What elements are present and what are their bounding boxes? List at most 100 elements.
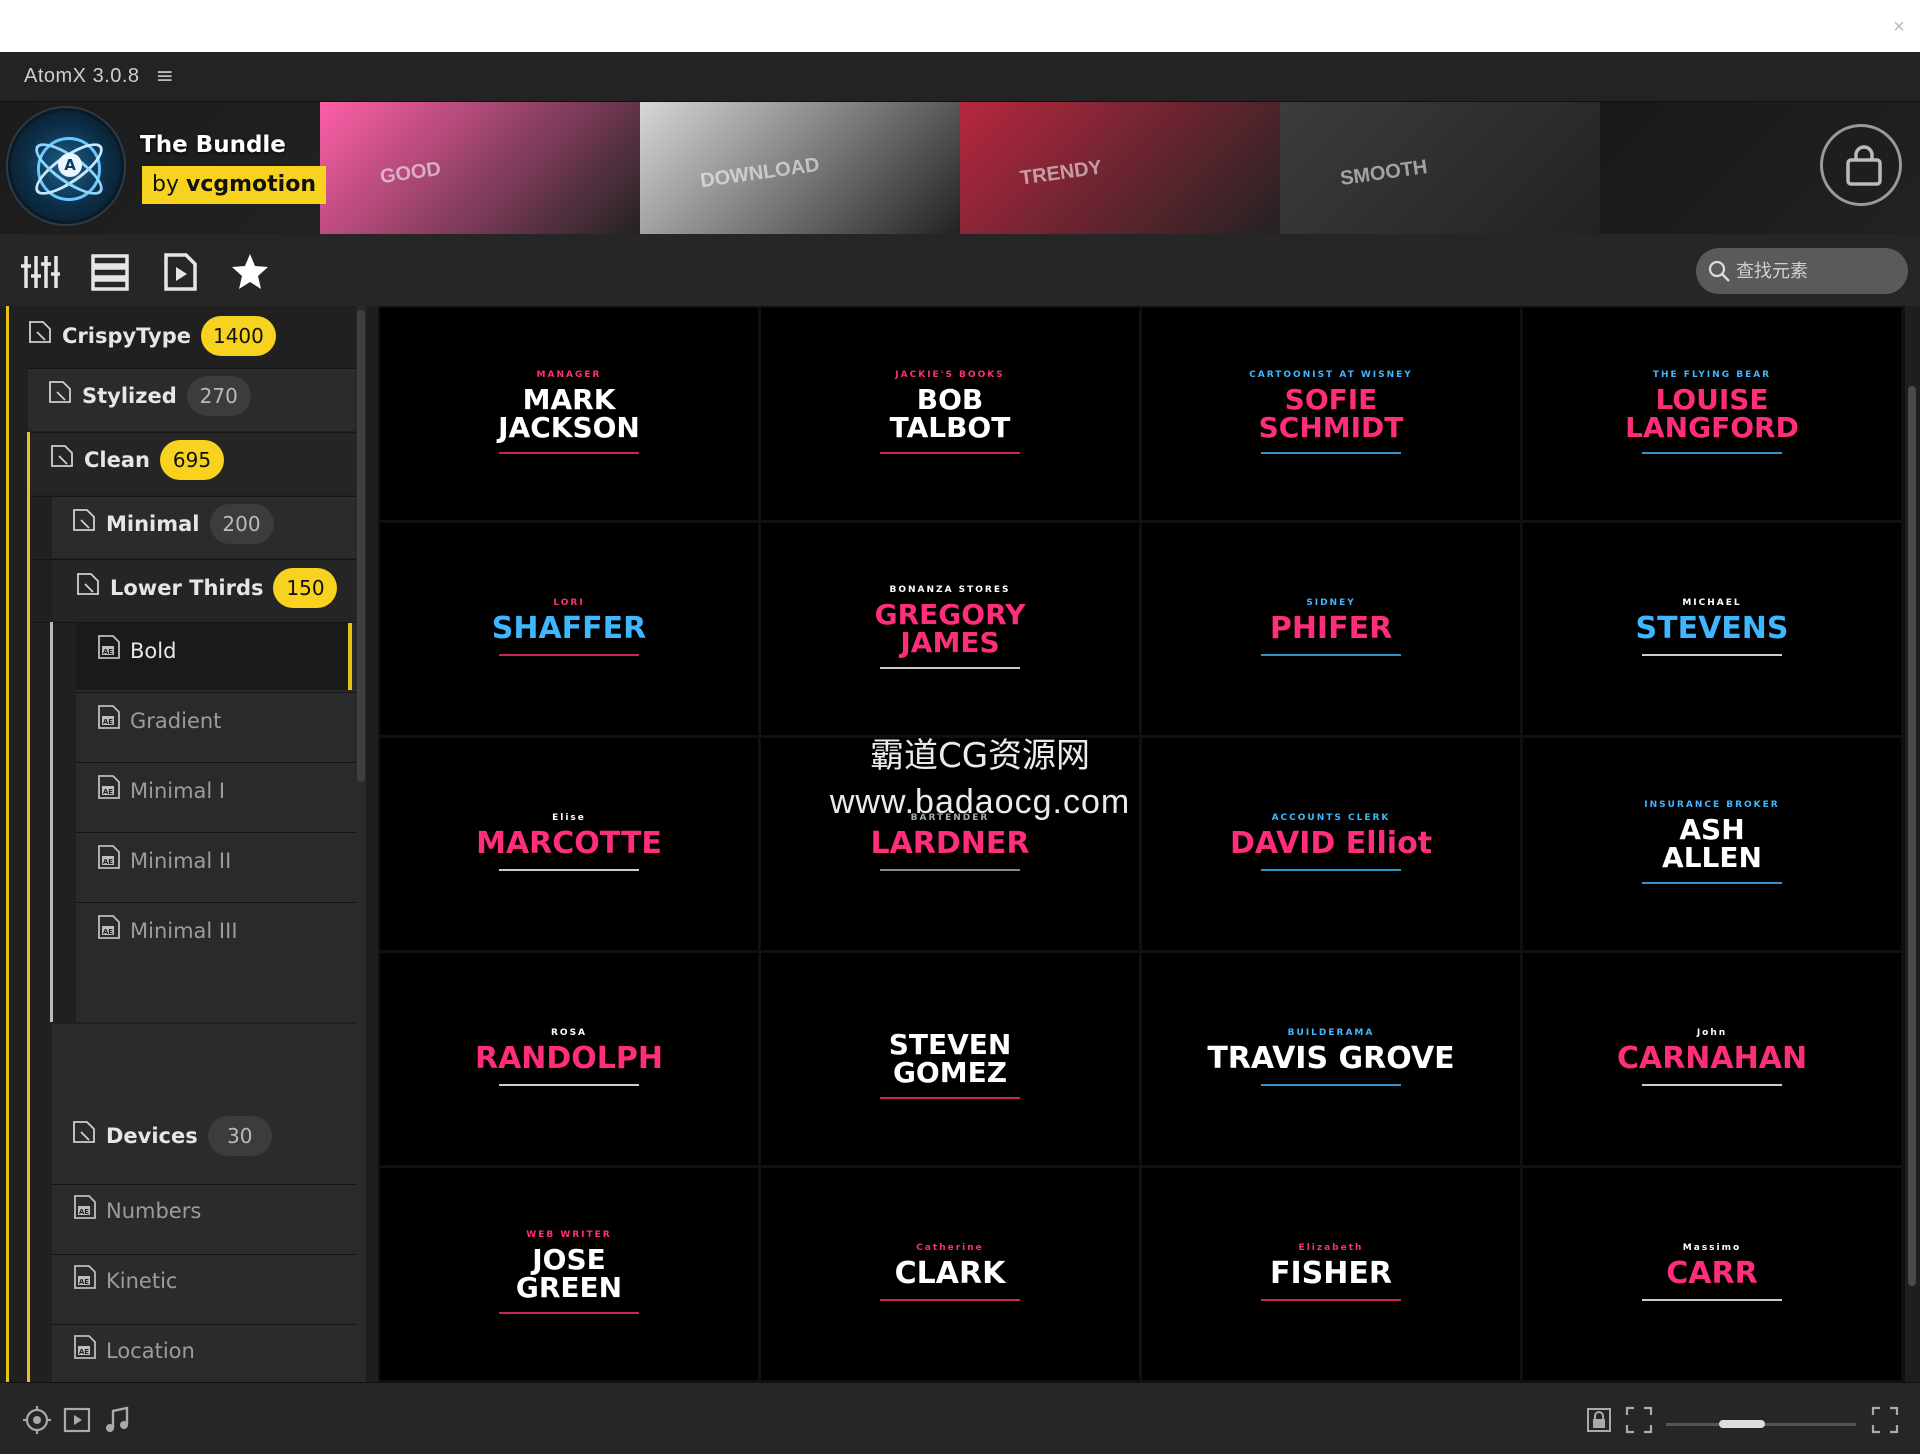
- search-input[interactable]: [1736, 260, 1896, 282]
- template-thumbnail[interactable]: MICHAEL STEVENS: [1523, 523, 1901, 735]
- template-thumbnail[interactable]: Massimo CARR: [1523, 1168, 1901, 1380]
- thumbnail-title: CARR: [1666, 1256, 1758, 1291]
- thumbnail-small-text: ROSA: [550, 1028, 588, 1038]
- template-thumbnail[interactable]: THE FLYING BEAR LOUISE LANGFORD: [1523, 308, 1901, 520]
- category-devices[interactable]: Devices 30: [72, 1116, 272, 1156]
- thumbnail-title: SOFIE SCHMIDT: [1258, 383, 1404, 444]
- thumbnail-accent-line: [880, 1299, 1020, 1301]
- sidebar-scrollbar[interactable]: [356, 306, 366, 1382]
- lock-icon[interactable]: [1584, 1405, 1614, 1435]
- ae-file-icon: AE: [74, 1265, 96, 1289]
- template-thumbnail[interactable]: WEB WRITER JOSE GREEN: [380, 1168, 758, 1380]
- thumbnail-title: CLARK: [894, 1256, 1006, 1291]
- template-item-gradient[interactable]: AE Gradient: [96, 705, 222, 734]
- thumbnail-small-text: CARTOONIST AT WISNEY: [1249, 370, 1413, 380]
- favorites-star-icon[interactable]: [230, 252, 270, 292]
- template-thumbnail[interactable]: Elise MARCOTTE: [380, 738, 758, 950]
- thumbnail-title: LOUISE LANGFORD: [1625, 383, 1799, 444]
- template-item-minimal-ii[interactable]: AE Minimal II: [96, 845, 232, 874]
- banner-tile: GOOD: [320, 102, 640, 234]
- category-location[interactable]: AE Location: [72, 1335, 195, 1364]
- fit-screen-icon[interactable]: [1624, 1405, 1654, 1435]
- bundle-banner[interactable]: GOOD DOWNLOAD TRENDY SMOOTH A The Bundle by…: [0, 102, 1920, 234]
- template-thumbnail[interactable]: BUILDERAMA TRAVIS GROVE: [1142, 953, 1520, 1165]
- thumbnail-title: SHAFFER: [491, 611, 647, 646]
- category-numbers[interactable]: AE Numbers: [72, 1195, 201, 1224]
- template-thumbnail[interactable]: INSURANCE BROKER ASH ALLEN: [1523, 738, 1901, 950]
- thumbnail-small-text: Elise: [552, 813, 586, 823]
- shop-button[interactable]: [1820, 124, 1902, 206]
- thumbnail-title: LARDNER: [870, 826, 1030, 861]
- template-thumbnail[interactable]: MANAGER MARK JACKSON: [380, 308, 758, 520]
- video-preview-icon[interactable]: [62, 1405, 92, 1435]
- svg-text:AE: AE: [103, 858, 113, 866]
- target-icon[interactable]: [22, 1405, 52, 1435]
- template-thumbnail[interactable]: JACKIE'S BOOKS BOB TALBOT: [761, 308, 1139, 520]
- sliders-icon[interactable]: [20, 252, 60, 292]
- template-thumbnail[interactable]: ROSA RANDOLPH: [380, 953, 758, 1165]
- template-item-minimal-iii[interactable]: AE Minimal III: [96, 915, 238, 944]
- count-badge: 200: [209, 504, 274, 544]
- category-lower-thirds[interactable]: Lower Thirds 150: [76, 568, 338, 608]
- thumbnail-small-text: Elizabeth: [1298, 1243, 1364, 1253]
- thumbnail-title: GREGORY JAMES: [874, 598, 1026, 659]
- thumbnail-title: STEVEN GOMEZ: [888, 1028, 1012, 1089]
- category-clean[interactable]: Clean 695: [50, 440, 224, 480]
- template-thumbnail[interactable]: CARTOONIST AT WISNEY SOFIE SCHMIDT: [1142, 308, 1520, 520]
- thumbnail-title: BOB TALBOT: [889, 383, 1011, 444]
- category-label: Location: [106, 1339, 195, 1363]
- music-note-icon[interactable]: [102, 1405, 132, 1435]
- svg-text:AE: AE: [79, 1348, 89, 1356]
- thumbnail-title: TRAVIS GROVE: [1207, 1041, 1455, 1076]
- banner-tile-text: SMOOTH: [1338, 156, 1429, 191]
- app-title: AtomX 3.0.8: [24, 65, 140, 87]
- thumbnail-title: FISHER: [1270, 1256, 1392, 1291]
- ae-file-icon: AE: [98, 635, 120, 659]
- slider-knob[interactable]: [1719, 1420, 1765, 1428]
- expand-icon[interactable]: [1870, 1405, 1900, 1435]
- template-thumbnail[interactable]: BONANZA STORES GREGORY JAMES: [761, 523, 1139, 735]
- thumbnail-accent-line: [880, 869, 1020, 871]
- template-thumbnail[interactable]: Elizabeth FISHER: [1142, 1168, 1520, 1380]
- bundle-author[interactable]: by vcgmotion: [142, 166, 326, 204]
- category-label: Devices: [106, 1124, 198, 1148]
- category-stylized[interactable]: Stylized 270: [48, 376, 251, 416]
- svg-text:AE: AE: [103, 928, 113, 936]
- toolbar: [0, 234, 1920, 306]
- category-label: CrispyType: [62, 324, 191, 348]
- search-icon: [1708, 260, 1730, 282]
- watermark-line1: 霸道CG资源网: [869, 736, 1091, 776]
- category-kinetic[interactable]: AE Kinetic: [72, 1265, 177, 1294]
- template-label: Minimal II: [130, 849, 232, 873]
- thumbnail-accent-line: [1642, 1299, 1782, 1301]
- template-item-bold[interactable]: AE Bold: [96, 635, 177, 664]
- tree-indicator: [27, 432, 30, 1382]
- template-thumbnail[interactable]: STEVEN GOMEZ: [761, 953, 1139, 1165]
- thumbnail-title: MARCOTTE: [476, 826, 662, 861]
- menu-icon[interactable]: ≡: [156, 64, 174, 89]
- svg-text:AE: AE: [103, 718, 113, 726]
- window-close-button[interactable]: ×: [1884, 12, 1914, 42]
- ae-file-icon: AE: [98, 705, 120, 729]
- folder-icon: [73, 509, 95, 531]
- thumbnail-small-text: Massimo: [1682, 1243, 1742, 1253]
- folder-icon: [49, 381, 71, 403]
- banner-tile: SMOOTH: [1280, 102, 1600, 234]
- thumbnail-size-slider[interactable]: [1666, 1420, 1856, 1428]
- template-label: Bold: [130, 639, 177, 663]
- watermark: 霸道CG资源网 www.badaocg.com: [760, 728, 1200, 822]
- template-thumbnail[interactable]: LORI SHAFFER: [380, 523, 758, 735]
- thumbnail-title: CARNAHAN: [1616, 1041, 1808, 1076]
- grid-scrollbar[interactable]: [1905, 306, 1920, 1382]
- template-thumbnail[interactable]: Catherine CLARK: [761, 1168, 1139, 1380]
- template-thumbnail[interactable]: John CARNAHAN: [1523, 953, 1901, 1165]
- template-label: Gradient: [130, 709, 222, 733]
- video-file-icon[interactable]: [160, 252, 200, 292]
- template-item-minimal-i[interactable]: AE Minimal I: [96, 775, 225, 804]
- category-label: Clean: [84, 448, 150, 472]
- list-view-icon[interactable]: [90, 252, 130, 292]
- category-minimal[interactable]: Minimal 200: [72, 504, 274, 544]
- category-crispytype[interactable]: CrispyType 1400: [28, 316, 276, 356]
- search-box[interactable]: [1696, 248, 1908, 294]
- template-thumbnail[interactable]: SIDNEY PHIFER: [1142, 523, 1520, 735]
